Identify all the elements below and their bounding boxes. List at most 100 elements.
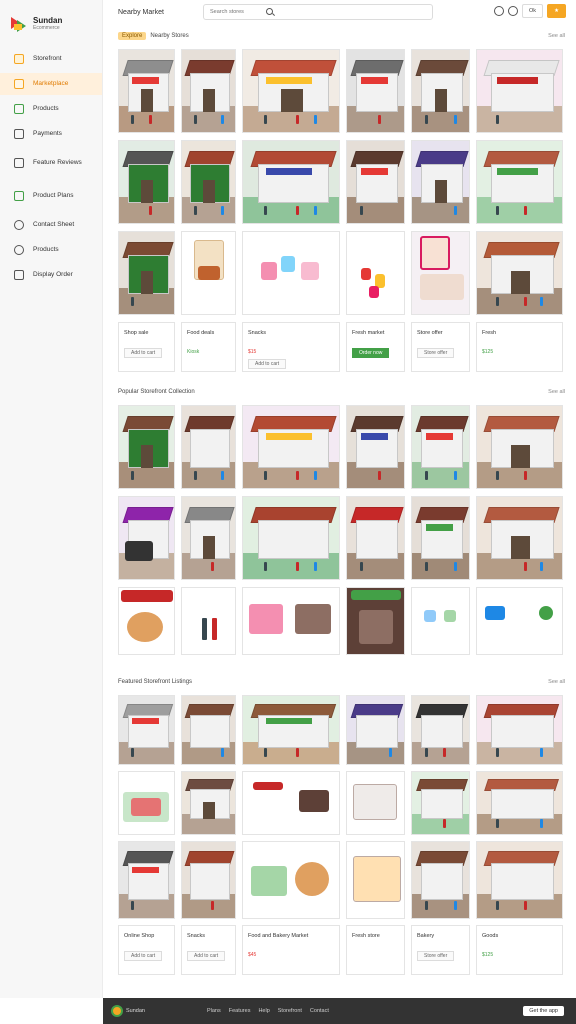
store-card[interactable]: Food and Bakery Market $45 (242, 925, 340, 975)
product-tile[interactable] (181, 587, 236, 655)
store-tile[interactable] (476, 405, 563, 489)
store-tile[interactable] (411, 49, 470, 133)
card-button[interactable]: Add to cart (187, 951, 226, 961)
store-tile[interactable] (411, 405, 470, 489)
product-tile[interactable] (118, 771, 175, 835)
header-secondary-button[interactable]: Ok (522, 4, 544, 18)
card-button[interactable]: Store offer (417, 951, 455, 961)
product-tile[interactable] (411, 231, 470, 315)
store-tile[interactable] (242, 496, 340, 580)
store-tile[interactable] (411, 496, 470, 580)
product-tile[interactable] (346, 587, 405, 655)
store-tile[interactable] (181, 49, 236, 133)
store-tile[interactable] (411, 140, 470, 224)
card-button[interactable]: Store offer (417, 348, 455, 358)
store-tile[interactable] (118, 49, 175, 133)
store-tile[interactable] (242, 49, 340, 133)
footer-link[interactable]: Help (258, 1008, 269, 1014)
card-button[interactable]: Add to cart (124, 348, 163, 358)
sidebar-item-payments[interactable]: Payments (0, 123, 102, 145)
store-tile[interactable] (118, 231, 175, 315)
store-card[interactable]: Fresh store (346, 925, 405, 975)
sidebar-item-products-2[interactable]: Products (0, 239, 102, 261)
footer-link[interactable]: Storefront (278, 1008, 302, 1014)
store-tile[interactable] (476, 140, 563, 224)
store-card[interactable]: Store offer Store offer (411, 322, 470, 372)
product-tile[interactable] (346, 771, 405, 835)
header-primary-button[interactable]: ★ (547, 4, 566, 18)
product-tile[interactable] (118, 587, 175, 655)
sidebar-item-contact-sheet[interactable]: Contact Sheet (0, 214, 102, 236)
footer-link[interactable]: Contact (310, 1008, 329, 1014)
store-tile[interactable] (181, 841, 236, 919)
store-tile[interactable] (181, 695, 236, 765)
store-tile[interactable] (476, 841, 563, 919)
store-tile[interactable] (181, 496, 236, 580)
see-all-link[interactable]: See all (548, 389, 565, 395)
store-tile[interactable] (411, 695, 470, 765)
store-card[interactable]: Snacks $15 Add to cart (242, 322, 340, 372)
product-tile[interactable] (181, 231, 236, 315)
search-input[interactable] (210, 9, 270, 15)
product-tile[interactable] (242, 231, 340, 315)
product-tile[interactable] (242, 587, 340, 655)
section-title[interactable]: Featured Storefront Listings (118, 679, 192, 685)
store-tile[interactable] (476, 231, 563, 315)
search-icon[interactable] (266, 8, 273, 15)
section-title[interactable]: Nearby Stores (150, 33, 188, 39)
store-tile[interactable] (411, 841, 470, 919)
product-tile[interactable] (346, 231, 405, 315)
store-card[interactable]: Bakery Store offer (411, 925, 470, 975)
store-tile[interactable] (242, 405, 340, 489)
store-tile[interactable] (346, 405, 405, 489)
product-tile[interactable] (242, 841, 340, 919)
card-button[interactable]: Add to cart (124, 951, 163, 961)
footer-link[interactable]: Plans (207, 1008, 221, 1014)
store-tile[interactable] (476, 695, 563, 765)
store-tile[interactable] (118, 695, 175, 765)
store-tile[interactable] (346, 496, 405, 580)
store-tile[interactable] (242, 140, 340, 224)
store-card[interactable]: Food deals Kiosk (181, 322, 236, 372)
store-card[interactable]: Online Shop Add to cart (118, 925, 175, 975)
settings-icon[interactable] (508, 6, 519, 16)
sidebar-item-feature-reviews[interactable]: Feature Reviews (0, 148, 102, 178)
card-button[interactable]: Order now (352, 348, 390, 358)
store-tile[interactable] (411, 771, 470, 835)
card-button[interactable]: Add to cart (248, 359, 287, 369)
product-tile[interactable] (411, 587, 470, 655)
store-card[interactable]: Goods $125 (476, 925, 563, 975)
search-bar[interactable] (203, 4, 433, 20)
sidebar-item-marketplace[interactable]: Marketplace (0, 73, 102, 95)
store-tile[interactable] (118, 841, 175, 919)
store-tile[interactable] (118, 140, 175, 224)
sidebar-item-storefront[interactable]: Storefront (0, 48, 102, 70)
product-tile[interactable] (346, 841, 405, 919)
sidebar-item-product-plans[interactable]: Product Plans (0, 181, 102, 211)
product-tile[interactable] (476, 587, 563, 655)
section-chip[interactable]: Explore (118, 32, 147, 40)
store-tile[interactable] (476, 49, 563, 133)
store-tile[interactable] (118, 496, 175, 580)
product-tile[interactable] (242, 771, 340, 835)
see-all-link[interactable]: See all (548, 33, 565, 39)
store-tile[interactable] (118, 405, 175, 489)
store-tile[interactable] (181, 771, 236, 835)
store-tile[interactable] (242, 695, 340, 765)
store-card[interactable]: Shop sale Add to cart (118, 322, 175, 372)
footer-link[interactable]: Features (229, 1008, 251, 1014)
store-tile[interactable] (476, 771, 563, 835)
store-tile[interactable] (346, 695, 405, 765)
store-card[interactable]: Fresh $125 (476, 322, 563, 372)
bell-icon[interactable] (494, 6, 505, 16)
sidebar-item-products[interactable]: Products (0, 98, 102, 120)
footer-app-button[interactable]: Get the app (523, 1006, 564, 1016)
store-tile[interactable] (476, 496, 563, 580)
store-tile[interactable] (346, 140, 405, 224)
store-tile[interactable] (346, 49, 405, 133)
section-title[interactable]: Popular Storefront Collection (118, 389, 195, 395)
store-card[interactable]: Snacks Add to cart (181, 925, 236, 975)
store-card[interactable]: Fresh market Order now (346, 322, 405, 372)
brand[interactable]: Sundan Ecommerce (0, 0, 102, 40)
store-tile[interactable] (181, 405, 236, 489)
